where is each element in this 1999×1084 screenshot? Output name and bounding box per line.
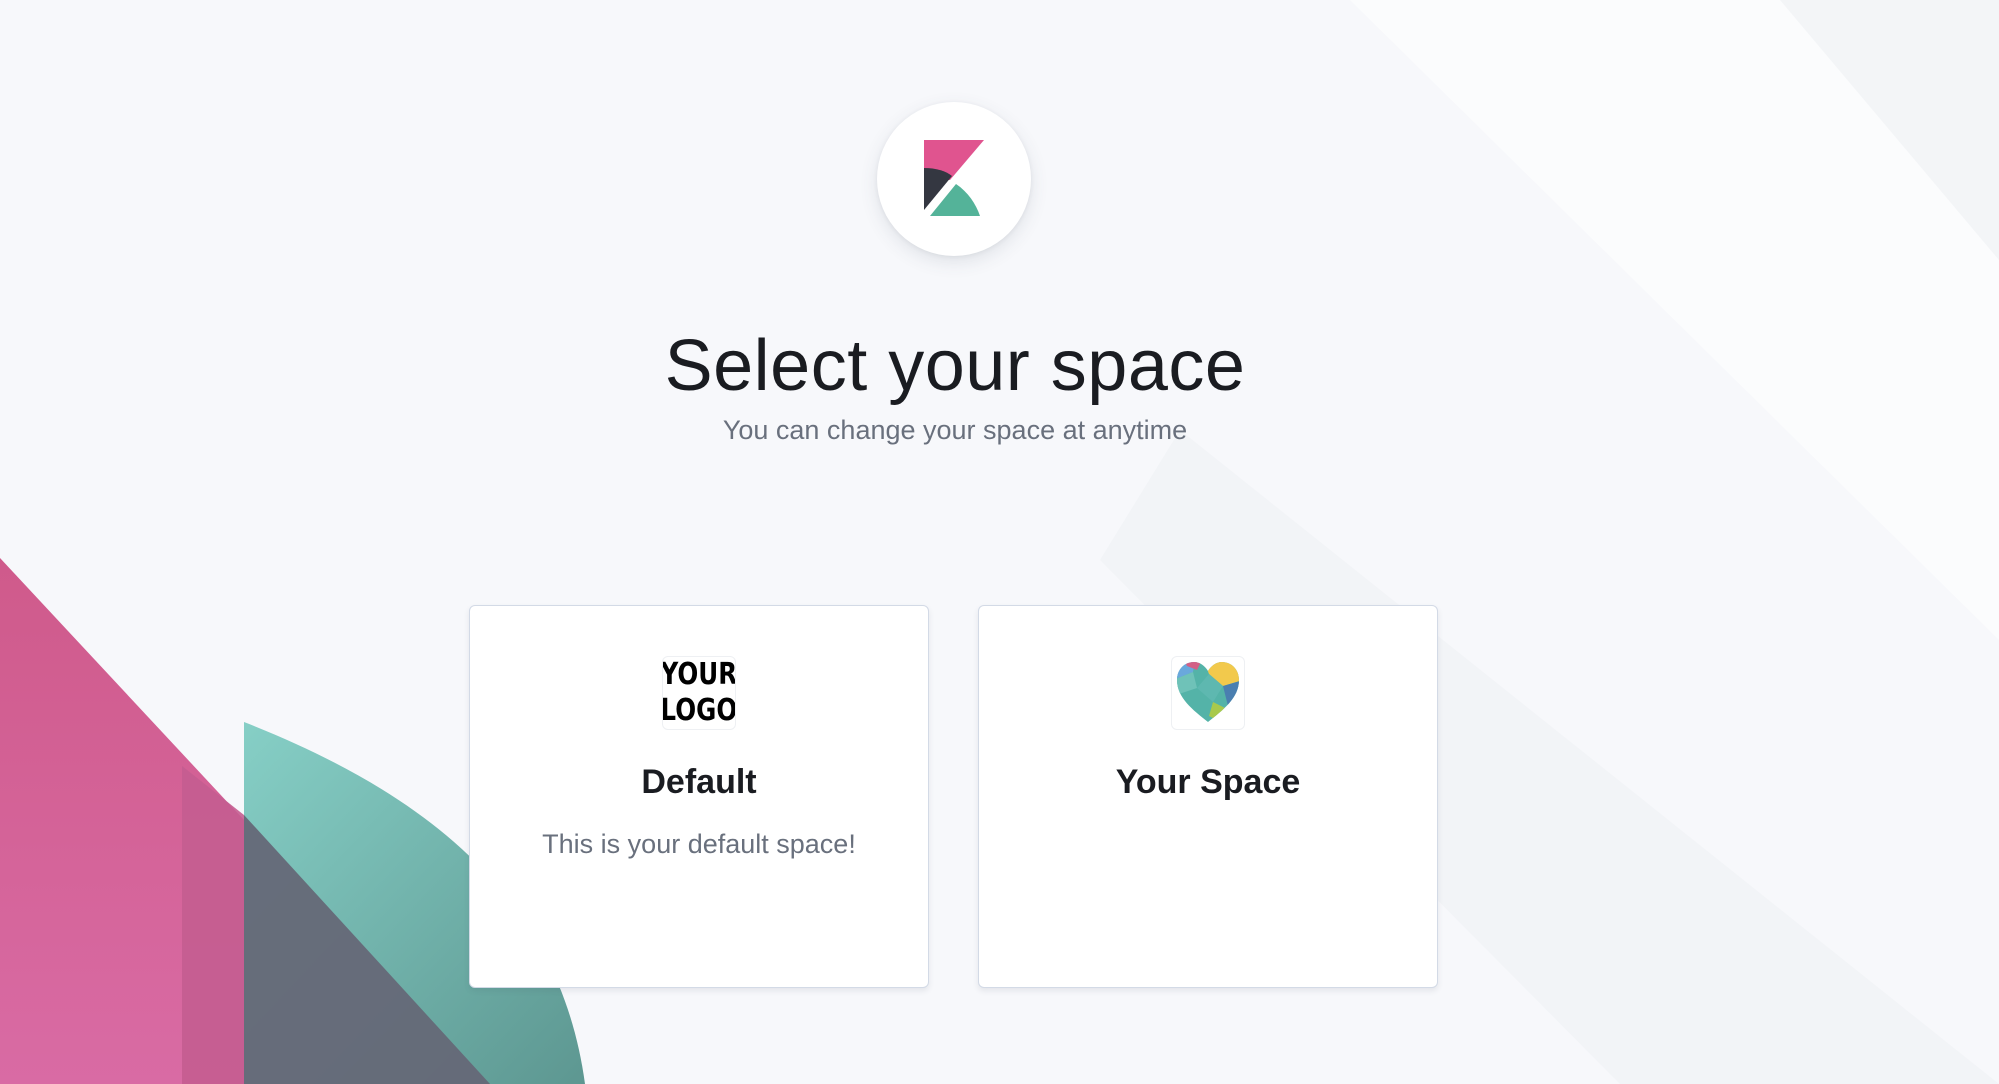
kibana-logo [877,102,1031,256]
space-name: Your Space [1115,763,1301,801]
space-card-default[interactable]: YOUR LOGO Default This is your default s… [469,605,929,988]
space-description: This is your default space! [542,829,856,859]
page-subtitle: You can change your space at anytime [722,415,1188,445]
kibana-logo-icon [924,140,984,216]
space-card-your-space[interactable]: Your Space [978,605,1438,988]
space-avatar-your-space [1171,656,1245,730]
space-name: Default [641,763,757,801]
colorful-heart-icon [1177,662,1239,722]
page-title: Select your space [664,326,1246,406]
space-avatar-default: YOUR LOGO [662,656,736,730]
your-logo-image: YOUR LOGO [662,657,736,728]
